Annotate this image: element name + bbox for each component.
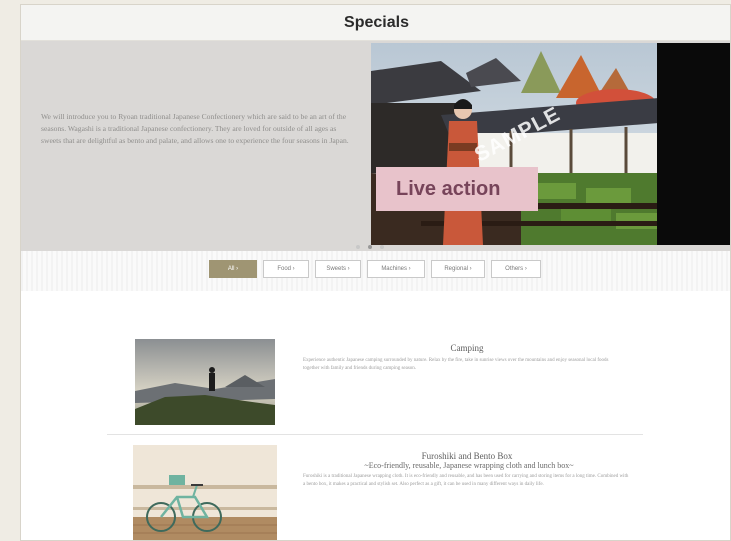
hero-description: We will introduce you to Ryoan tradition…	[41, 112, 349, 145]
card-subtitle: ~Eco-friendly, reusable, Japanese wrappi…	[364, 461, 574, 470]
filter-label: Machines	[381, 266, 407, 272]
card-title: Furoshiki and Bento Box	[421, 451, 513, 461]
filter-label: Others	[505, 266, 524, 272]
title-bar: Specials	[21, 5, 730, 41]
page-title: Specials	[344, 13, 409, 31]
filter-all[interactable]: All ›	[209, 260, 257, 278]
filter-regional[interactable]: Regional ›	[431, 260, 485, 278]
filter-label: Food	[277, 266, 291, 272]
card-body: Furoshiki is a traditional Japanese wrap…	[303, 474, 629, 487]
filter-label: Regional	[444, 266, 468, 272]
list-item[interactable]: Furoshiki and Bento Box ~Eco-friendly, r…	[107, 435, 643, 540]
card-title: Camping	[450, 343, 484, 353]
hero-photo-dark-edge	[657, 43, 730, 245]
card-body: Experience authentic Japanese camping su…	[303, 358, 609, 371]
live-action-label: Live action	[396, 177, 501, 200]
carousel-dot[interactable]	[356, 245, 360, 249]
filter-others[interactable]: Others ›	[491, 260, 541, 278]
list-item[interactable]: Camping Experience authentic Japanese ca…	[107, 323, 643, 435]
filter-label: Sweets	[326, 266, 346, 272]
filter-sweets[interactable]: Sweets ›	[315, 260, 361, 278]
carousel-dot-active[interactable]	[368, 245, 372, 249]
filter-machines[interactable]: Machines ›	[367, 260, 425, 278]
page-frame: Specials We will introduce you to Ryoan …	[20, 4, 731, 541]
carousel-dot[interactable]	[380, 245, 384, 249]
live-action-badge: Live action	[376, 167, 538, 211]
filter-food[interactable]: Food ›	[263, 260, 309, 278]
category-filters: All › Food › Sweets › Machines › Regiona…	[209, 260, 541, 278]
filter-label: All	[227, 266, 235, 272]
carousel-dots	[356, 245, 384, 249]
camping-image	[135, 339, 275, 425]
furoshiki-bike-image	[133, 445, 277, 540]
